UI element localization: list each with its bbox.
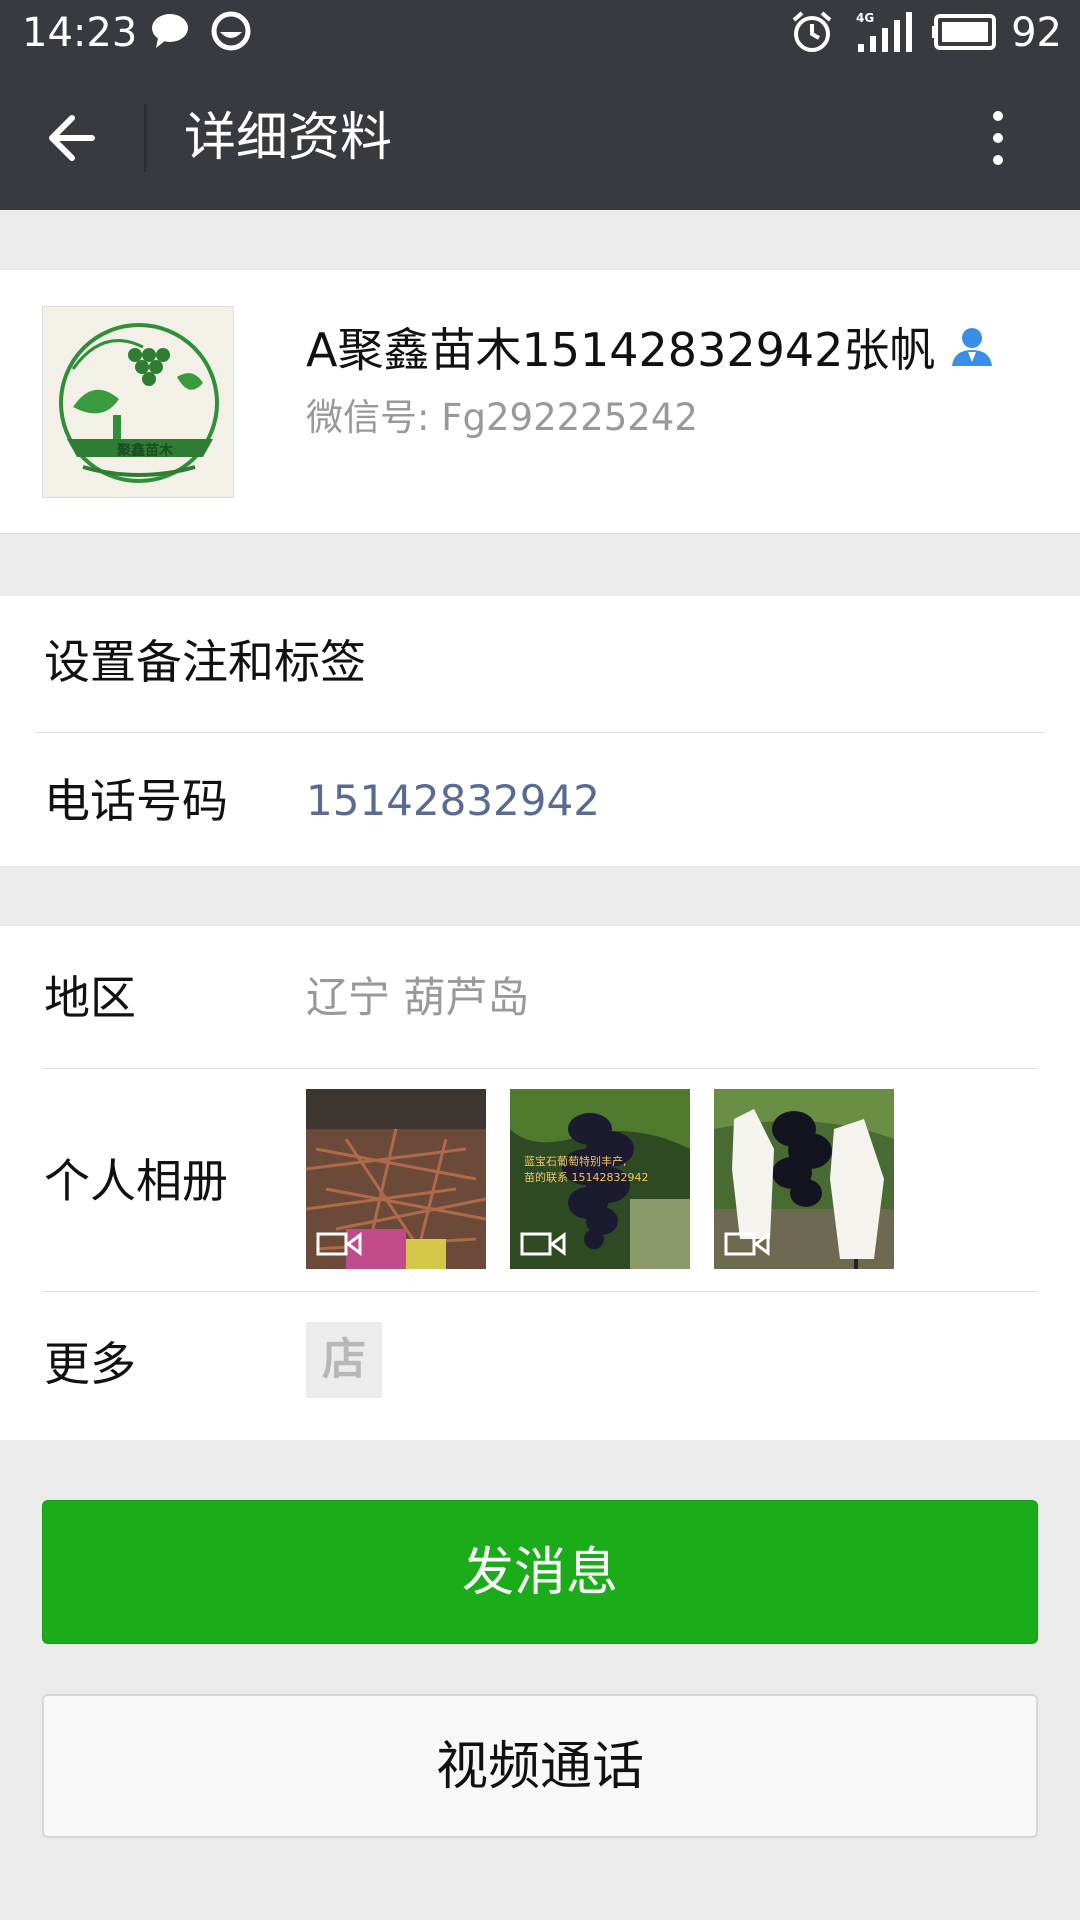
notification-icon [211, 11, 251, 51]
album-photo-2[interactable]: 蓝宝石葡萄特别丰产, 苗的联系 15142832942 [510, 1089, 690, 1269]
status-bar: 14:23 4G 92 [0, 0, 1080, 66]
album-label: 个人相册 [44, 1154, 228, 1208]
set-remark-row[interactable]: 设置备注和标签 [0, 596, 1080, 732]
region-label: 地区 [44, 971, 136, 1025]
info-group: 地区 辽宁 葫芦岛 个人相册 蓝宝石葡萄特别丰产, 苗的联系 151428329… [0, 926, 1080, 1440]
back-arrow-icon[interactable] [42, 106, 106, 170]
svg-text:蓝宝石葡萄特别丰产,: 蓝宝石葡萄特别丰产, [524, 1154, 627, 1168]
nav-bar: 详细资料 [0, 66, 1080, 210]
page-title: 详细资料 [184, 108, 393, 168]
album-photo-3[interactable] [714, 1089, 894, 1269]
signal-icon: 4G [856, 11, 912, 52]
album-thumbnails: 蓝宝石葡萄特别丰产, 苗的联系 15142832942 [306, 1089, 906, 1269]
more-label: 更多 [44, 1337, 136, 1391]
video-call-button[interactable]: 视频通话 [42, 1694, 1038, 1838]
battery-icon [932, 14, 996, 50]
album-photo-1[interactable] [306, 1089, 486, 1269]
set-remark-label: 设置备注和标签 [44, 635, 366, 689]
remark-phone-group: 设置备注和标签 电话号码 15142832942 [0, 596, 1080, 866]
region-value: 辽宁 葫芦岛 [306, 973, 530, 1022]
video-icon [520, 1232, 566, 1256]
alarm-icon [792, 11, 832, 52]
battery-level: 92 [1011, 10, 1062, 56]
svg-text:4G: 4G [856, 11, 874, 25]
svg-text:苗的联系 15142832942: 苗的联系 15142832942 [524, 1170, 648, 1184]
wechat-id: 微信号: Fg292225242 [306, 396, 698, 439]
chat-bubble-icon [152, 14, 188, 48]
store-icon[interactable]: 店 [306, 1322, 382, 1398]
phone-number-link[interactable]: 15142832942 [306, 771, 600, 831]
avatar[interactable]: 聚鑫苗木 [42, 306, 234, 498]
profile-card: 聚鑫苗木 A聚鑫苗木15142832942张帆 微信号: Fg292225242 [0, 270, 1080, 534]
video-icon [316, 1232, 362, 1256]
video-icon [724, 1232, 770, 1256]
status-time: 14:23 [22, 10, 138, 56]
svg-text:聚鑫苗木: 聚鑫苗木 [116, 442, 174, 459]
phone-row: 电话号码 15142832942 [0, 733, 1080, 866]
more-vertical-icon[interactable] [980, 106, 1016, 170]
contact-name: A聚鑫苗木15142832942张帆 [306, 323, 936, 377]
send-message-button[interactable]: 发消息 [42, 1500, 1038, 1644]
phone-label: 电话号码 [44, 774, 228, 828]
nav-divider [144, 104, 146, 172]
person-icon [952, 328, 992, 366]
more-row[interactable]: 更多 店 [0, 1292, 1080, 1440]
region-row: 地区 辽宁 葫芦岛 [0, 926, 1080, 1068]
album-row[interactable]: 个人相册 蓝宝石葡萄特别丰产, 苗的联系 15142832942 [0, 1069, 1080, 1291]
